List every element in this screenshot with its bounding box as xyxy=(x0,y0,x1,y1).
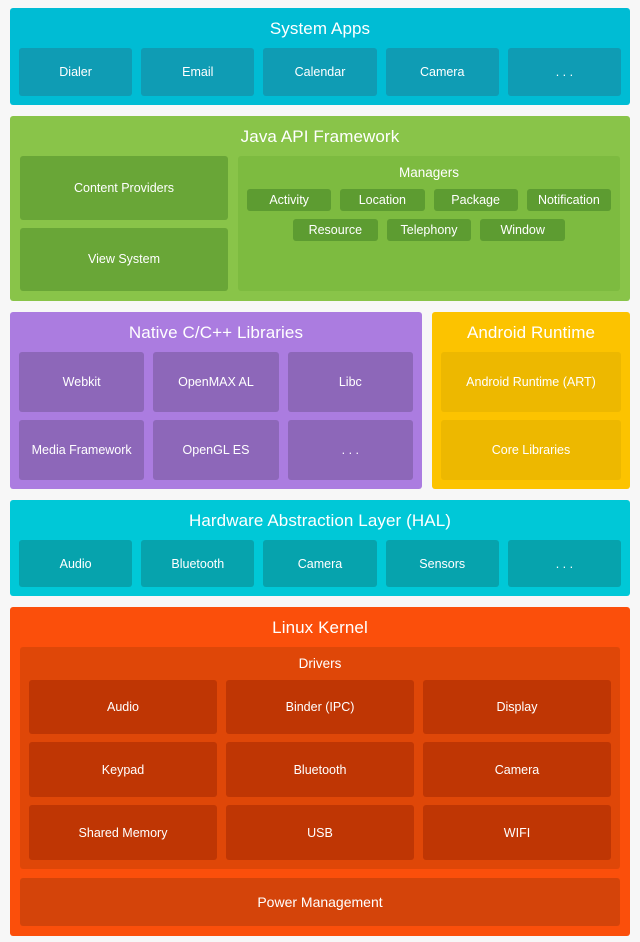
drivers-grid: Audio Binder (IPC) Display Keypad Blueto… xyxy=(29,679,611,861)
drivers-panel: Drivers Audio Binder (IPC) Display Keypa… xyxy=(20,647,620,869)
tile-email[interactable]: Email xyxy=(141,48,255,96)
tile-dialer[interactable]: Dialer xyxy=(19,48,133,96)
tile-window-manager[interactable]: Window xyxy=(480,218,566,241)
layer-android-runtime: Android Runtime Android Runtime (ART) Co… xyxy=(432,312,630,489)
tile-resource-manager[interactable]: Resource xyxy=(293,218,378,241)
tile-more-native-libraries[interactable]: . . . xyxy=(287,420,413,480)
hal-tile-row: Audio Bluetooth Camera Sensors . . . xyxy=(19,540,622,587)
layer-title-android-runtime: Android Runtime xyxy=(466,323,596,342)
layer-title-native-libraries: Native C/C++ Libraries xyxy=(128,323,304,342)
drivers-row-1: Audio Binder (IPC) Display xyxy=(29,679,611,735)
tile-package-manager[interactable]: Package xyxy=(433,188,518,211)
native-libraries-row-1: Webkit OpenMAX AL Libc xyxy=(19,352,413,412)
tile-camera[interactable]: Camera xyxy=(385,48,499,96)
tile-media-framework[interactable]: Media Framework xyxy=(19,420,145,480)
tile-activity-manager[interactable]: Activity xyxy=(247,188,332,211)
tile-more-hal[interactable]: . . . xyxy=(507,540,622,587)
layer-title-hal: Hardware Abstraction Layer (HAL) xyxy=(188,511,452,530)
managers-row-2: Resource Telephony Window xyxy=(247,218,611,241)
tile-driver-usb[interactable]: USB xyxy=(226,805,414,860)
tile-view-system[interactable]: View System xyxy=(20,227,228,291)
java-framework-body: Content Providers View System Managers A… xyxy=(20,156,620,291)
native-libraries-row-2: Media Framework OpenGL ES . . . xyxy=(19,420,413,480)
drivers-row-2: Keypad Bluetooth Camera xyxy=(29,742,611,798)
tile-hal-camera[interactable]: Camera xyxy=(263,540,377,587)
tile-driver-display[interactable]: Display xyxy=(423,679,611,735)
middle-layer-row: Native C/C++ Libraries Webkit OpenMAX AL… xyxy=(10,312,630,489)
tile-driver-audio[interactable]: Audio xyxy=(29,679,217,735)
tile-core-libraries[interactable]: Core Libraries xyxy=(441,420,621,480)
managers-grid: Activity Location Package Notification R… xyxy=(247,188,611,283)
tile-libc[interactable]: Libc xyxy=(287,352,413,412)
tile-driver-binder-ipc[interactable]: Binder (IPC) xyxy=(226,679,414,735)
android-runtime-grid: Android Runtime (ART) Core Libraries xyxy=(441,352,621,480)
tile-hal-bluetooth[interactable]: Bluetooth xyxy=(141,540,255,587)
tile-driver-keypad[interactable]: Keypad xyxy=(29,742,217,798)
layer-java-api-framework: Java API Framework Content Providers Vie… xyxy=(10,116,630,301)
layer-hardware-abstraction-layer: Hardware Abstraction Layer (HAL) Audio B… xyxy=(10,500,630,596)
tile-android-runtime-art[interactable]: Android Runtime (ART) xyxy=(441,352,621,412)
drivers-row-3: Shared Memory USB WIFI xyxy=(29,805,611,860)
tile-notification-manager[interactable]: Notification xyxy=(526,188,611,211)
layer-title-linux-kernel: Linux Kernel xyxy=(272,618,368,637)
tile-driver-bluetooth[interactable]: Bluetooth xyxy=(226,742,414,798)
java-framework-left-column: Content Providers View System xyxy=(20,156,228,291)
managers-panel: Managers Activity Location Package Notif… xyxy=(238,156,620,291)
layer-title-java-api-framework: Java API Framework xyxy=(240,127,400,146)
android-architecture-diagram: System Apps Dialer Email Calendar Camera… xyxy=(0,0,640,942)
layer-linux-kernel: Linux Kernel Drivers Audio Binder (IPC) … xyxy=(10,607,630,936)
drivers-title: Drivers xyxy=(298,656,342,671)
tile-calendar[interactable]: Calendar xyxy=(263,48,377,96)
tile-driver-camera[interactable]: Camera xyxy=(423,742,611,798)
layer-native-c-cpp-libraries: Native C/C++ Libraries Webkit OpenMAX AL… xyxy=(10,312,422,489)
layer-title-system-apps: System Apps xyxy=(269,19,371,38)
managers-title: Managers xyxy=(398,165,460,180)
tile-hal-audio[interactable]: Audio xyxy=(19,540,133,587)
tile-content-providers[interactable]: Content Providers xyxy=(20,156,228,220)
tile-openmax-al[interactable]: OpenMAX AL xyxy=(153,352,279,412)
system-apps-tile-row: Dialer Email Calendar Camera . . . xyxy=(19,48,622,96)
tile-location-manager[interactable]: Location xyxy=(340,188,425,211)
tile-driver-wifi[interactable]: WIFI xyxy=(423,805,611,860)
tile-telephony-manager[interactable]: Telephony xyxy=(386,218,472,241)
native-libraries-grid: Webkit OpenMAX AL Libc Media Framework O… xyxy=(19,352,413,480)
tile-opengl-es[interactable]: OpenGL ES xyxy=(153,420,279,480)
layer-system-apps: System Apps Dialer Email Calendar Camera… xyxy=(10,8,630,105)
managers-row-1: Activity Location Package Notification xyxy=(247,188,611,211)
tile-driver-shared-memory[interactable]: Shared Memory xyxy=(29,805,217,860)
tile-more-system-apps[interactable]: . . . xyxy=(507,48,622,96)
tile-power-management[interactable]: Power Management xyxy=(20,878,620,926)
tile-webkit[interactable]: Webkit xyxy=(19,352,145,412)
tile-hal-sensors[interactable]: Sensors xyxy=(385,540,499,587)
